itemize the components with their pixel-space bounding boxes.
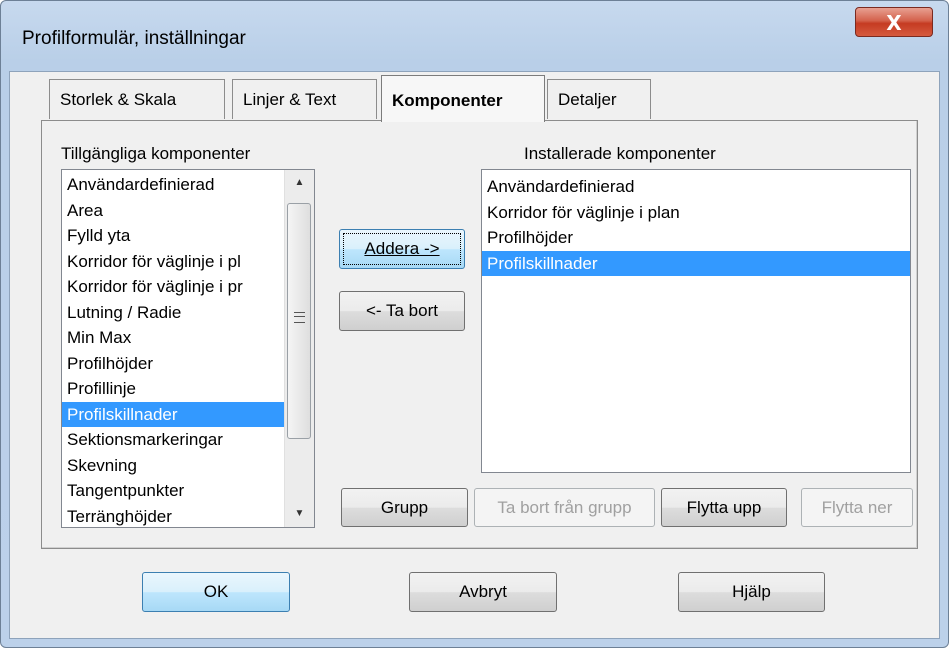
window-title: Profilformulär, inställningar [22, 28, 246, 49]
dialog-window: Profilformulär, inställningar X Storlek … [0, 0, 949, 648]
scroll-up-arrow-icon[interactable]: ▲ [285, 170, 314, 196]
title-bar[interactable]: Profilformulär, inställningar X [1, 1, 948, 71]
list-item[interactable]: Area [62, 198, 284, 224]
cancel-button[interactable]: Avbryt [409, 572, 557, 612]
tab-label: Komponenter [392, 91, 503, 110]
close-icon: X [886, 11, 902, 35]
tab-komponenter[interactable]: Komponenter [381, 75, 545, 122]
move-down-button[interactable]: Flytta ner [801, 488, 913, 527]
ok-button[interactable]: OK [142, 572, 290, 612]
ok-button-label: OK [203, 582, 229, 601]
remove-from-group-label: Ta bort från grupp [497, 498, 632, 517]
list-item[interactable]: Profilhöjder [482, 225, 910, 251]
close-button[interactable]: X [855, 7, 933, 37]
list-item[interactable]: Profilhöjder [62, 351, 284, 377]
tab-label: Linjer & Text [243, 90, 337, 109]
move-up-label: Flytta upp [686, 498, 762, 517]
list-item[interactable]: Tangentpunkter [62, 478, 284, 504]
list-item[interactable]: Terränghöjder [62, 504, 284, 528]
list-item[interactable]: Korridor för väglinje i plan [482, 200, 910, 226]
remove-from-group-button[interactable]: Ta bort från grupp [474, 488, 655, 527]
help-button[interactable]: Hjälp [678, 572, 825, 612]
list-item[interactable]: Min Max [62, 325, 284, 351]
list-item[interactable]: Användardefinierad [482, 174, 910, 200]
installed-components-label: Installerade komponenter [524, 144, 716, 163]
scroll-grip-icon [294, 312, 305, 323]
list-item[interactable]: Lutning / Radie [62, 300, 284, 326]
list-item[interactable]: Profillinje [62, 376, 284, 402]
list-item[interactable]: Sektionsmarkeringar [62, 427, 284, 453]
scroll-thumb[interactable] [287, 203, 311, 439]
move-up-button[interactable]: Flytta upp [661, 488, 787, 527]
remove-button-label: <- Ta bort [366, 301, 438, 320]
tab-storlek-skala[interactable]: Storlek & Skala [49, 79, 225, 119]
installed-components-list[interactable]: Användardefinierad Korridor för väglinje … [481, 169, 911, 473]
list-item[interactable]: Fylld yta [62, 223, 284, 249]
list-item[interactable]: Skevning [62, 453, 284, 479]
available-components-label: Tillgängliga komponenter [61, 144, 251, 163]
tab-label: Detaljer [558, 90, 617, 109]
move-down-label: Flytta ner [821, 498, 893, 517]
list-item[interactable]: Korridor för väglinje i pl [62, 249, 284, 275]
tab-label: Storlek & Skala [60, 90, 177, 109]
remove-button[interactable]: <- Ta bort [339, 291, 465, 331]
group-button[interactable]: Grupp [341, 488, 468, 527]
list-item[interactable]: Profilskillnader [62, 401, 284, 427]
available-list-scrollbar[interactable]: ▲ ▼ [284, 170, 314, 527]
group-button-label: Grupp [380, 498, 429, 517]
cancel-button-label: Avbryt [459, 582, 507, 601]
tab-detaljer[interactable]: Detaljer [547, 79, 651, 119]
available-components-list[interactable]: Användardefinierad Area Fylld yta Korridor … [61, 169, 315, 528]
help-button-label: Hjälp [732, 582, 771, 601]
scroll-down-arrow-icon[interactable]: ▼ [285, 501, 314, 527]
list-item[interactable]: Profilskillnader [482, 250, 910, 276]
tab-linjer-text[interactable]: Linjer & Text [232, 79, 377, 119]
list-item[interactable]: Korridor för väglinje i pr [62, 274, 284, 300]
list-item[interactable]: Användardefinierad [62, 172, 284, 198]
add-button[interactable]: Addera -> [339, 229, 465, 269]
